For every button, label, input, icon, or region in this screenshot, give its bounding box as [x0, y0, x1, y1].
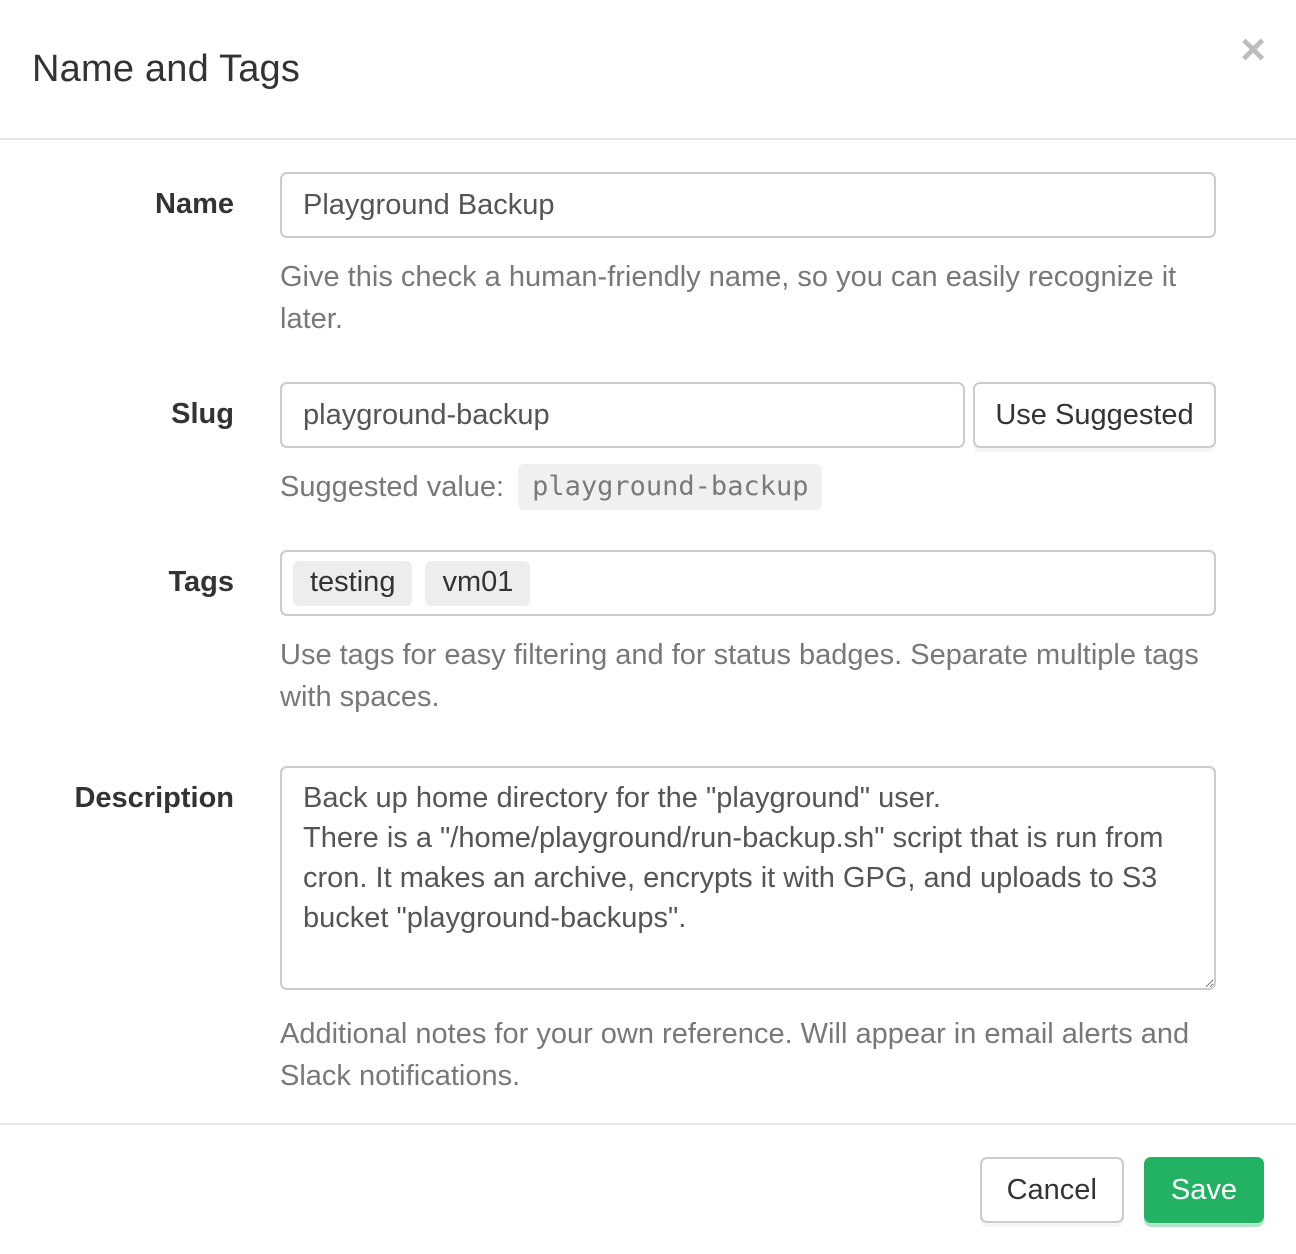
name-control-column: Give this check a human-friendly name, s… [280, 172, 1216, 340]
tags-form-group: Tags testing vm01 Use tags for easy filt… [0, 550, 1296, 718]
name-label: Name [0, 172, 234, 221]
dialog-header: Name and Tags × [0, 0, 1296, 140]
description-label: Description [0, 766, 234, 815]
slug-input-group: Use Suggested [280, 382, 1216, 448]
cancel-button[interactable]: Cancel [980, 1157, 1124, 1223]
slug-input[interactable] [280, 382, 965, 448]
save-button[interactable]: Save [1144, 1157, 1264, 1223]
tags-help-text: Use tags for easy filtering and for stat… [280, 634, 1216, 718]
tag-chip[interactable]: vm01 [425, 561, 530, 606]
name-help-text: Give this check a human-friendly name, s… [280, 256, 1216, 340]
slug-form-group: Slug Use Suggested Suggested value: play… [0, 382, 1296, 510]
tags-control-column: testing vm01 Use tags for easy filtering… [280, 550, 1216, 718]
name-and-tags-dialog: Name and Tags × Name Give this check a h… [0, 0, 1296, 1254]
tags-label: Tags [0, 550, 234, 599]
name-form-group: Name Give this check a human-friendly na… [0, 172, 1296, 340]
use-suggested-button[interactable]: Use Suggested [973, 382, 1216, 448]
tag-chip[interactable]: testing [293, 561, 412, 606]
close-icon[interactable]: × [1240, 28, 1266, 72]
slug-suggested-line: Suggested value: playground-backup [280, 464, 1216, 510]
slug-label: Slug [0, 382, 234, 431]
description-textarea[interactable]: Back up home directory for the "playgrou… [280, 766, 1216, 990]
slug-control-column: Use Suggested Suggested value: playgroun… [280, 382, 1216, 510]
suggested-value-code: playground-backup [518, 464, 822, 510]
tags-input[interactable]: testing vm01 [280, 550, 1216, 616]
dialog-footer: Cancel Save [0, 1123, 1296, 1254]
dialog-body: Name Give this check a human-friendly na… [0, 140, 1296, 1123]
name-input[interactable] [280, 172, 1216, 238]
description-help-text: Additional notes for your own reference.… [280, 1013, 1216, 1097]
dialog-title: Name and Tags [32, 48, 300, 91]
description-form-group: Description Back up home directory for t… [0, 766, 1296, 1097]
suggested-value-prefix: Suggested value: [280, 471, 504, 504]
description-control-column: Back up home directory for the "playgrou… [280, 766, 1216, 1097]
